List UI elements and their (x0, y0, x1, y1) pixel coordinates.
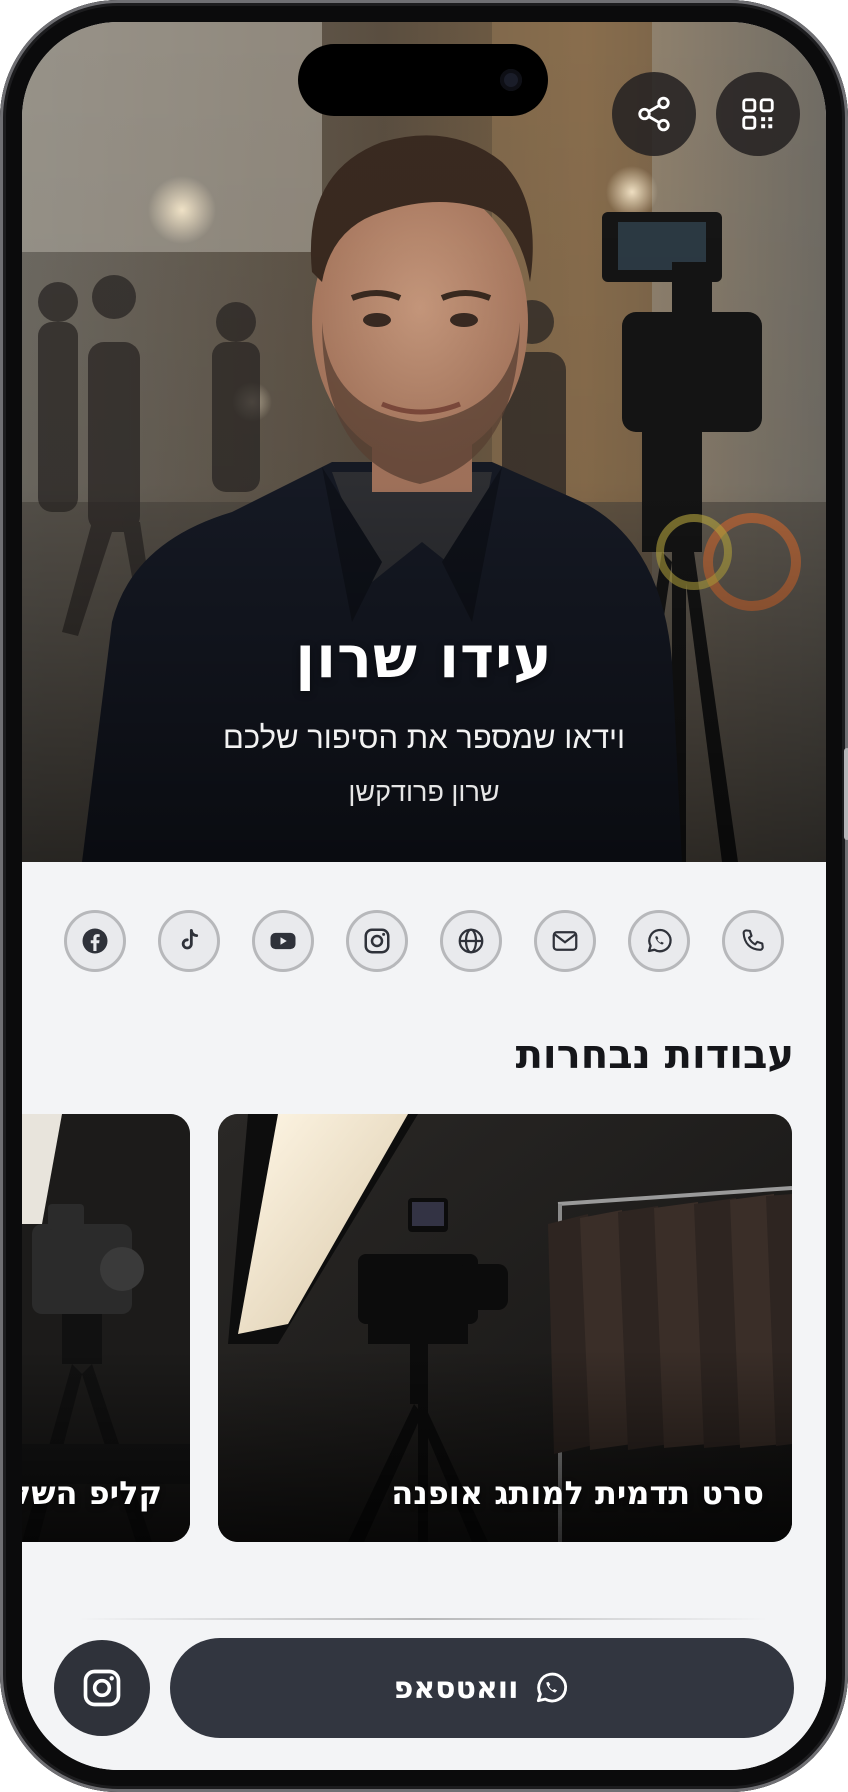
qr-code-button[interactable] (716, 72, 800, 156)
portfolio-card[interactable]: קליפ השקה (22, 1114, 190, 1542)
tiktok-link[interactable] (158, 910, 220, 972)
front-camera (500, 69, 522, 91)
phone-side-button (844, 748, 848, 840)
whatsapp-link[interactable] (628, 910, 690, 972)
instagram-icon (83, 1669, 121, 1707)
social-links-row (64, 910, 784, 972)
portfolio-section-title: עבודות נבחרות (515, 1032, 794, 1078)
tiktok-icon (181, 929, 199, 950)
profile-name: עידו שרון (295, 623, 553, 691)
hero-text-block: עידו שרון וידאו שמספר את הסיפור שלכם שרו… (22, 622, 826, 810)
portfolio-card-title: קליפ השקה (22, 1474, 162, 1512)
whatsapp-button-label: וואטסאפ (393, 1670, 519, 1706)
share-button[interactable] (612, 72, 696, 156)
qr-code-icon (742, 98, 774, 130)
instagram-link[interactable] (346, 910, 408, 972)
mail-icon (552, 931, 578, 951)
portfolio-card[interactable]: סרט תדמית למותג אופנה (218, 1114, 792, 1542)
hero-section: עידו שרון וידאו שמספר את הסיפור שלכם שרו… (22, 22, 826, 862)
share-icon (638, 96, 670, 132)
whatsapp-icon (647, 928, 672, 953)
instagram-button[interactable] (54, 1640, 150, 1736)
bottom-bar-divider (78, 1618, 768, 1620)
whatsapp-icon (537, 1672, 568, 1703)
screen: עידו שרון וידאו שמספר את הסיפור שלכם שרו… (22, 22, 826, 1770)
facebook-icon (82, 928, 108, 954)
phone-frame: עידו שרון וידאו שמספר את הסיפור שלכם שרו… (0, 0, 848, 1792)
whatsapp-button[interactable]: וואטסאפ (170, 1638, 794, 1738)
portfolio-card-title: סרט תדמית למותג אופנה (391, 1474, 764, 1512)
phone-icon (742, 929, 764, 951)
instagram-icon (364, 928, 390, 954)
profile-company: שרון פרודקשן (348, 777, 500, 807)
website-link[interactable] (440, 910, 502, 972)
dynamic-island (298, 44, 548, 116)
profile-tagline: וידאו שמספר את הסיפור שלכם (222, 720, 626, 755)
phone-link[interactable] (722, 910, 784, 972)
email-link[interactable] (534, 910, 596, 972)
globe-icon (458, 928, 484, 954)
youtube-link[interactable] (252, 910, 314, 972)
facebook-link[interactable] (64, 910, 126, 972)
youtube-icon (270, 932, 296, 950)
